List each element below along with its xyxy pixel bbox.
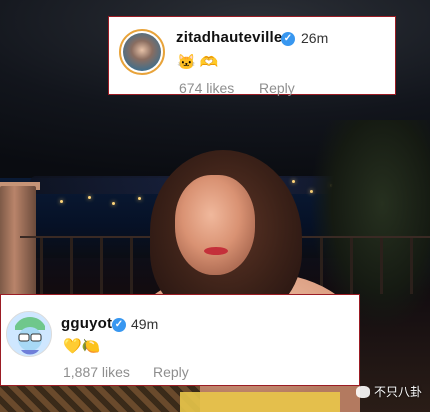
- city-light: [138, 197, 141, 200]
- reply-button[interactable]: Reply: [259, 80, 295, 96]
- comment-card-zitadhauteville: zitadhauteville ✓ 26m 🐱 🫶 674 likes Repl…: [108, 16, 396, 96]
- comment-likes-count[interactable]: 674 likes: [179, 80, 234, 96]
- comment-username[interactable]: zitadhauteville: [176, 29, 282, 46]
- comment-text: 🐱 🫶: [177, 54, 219, 71]
- watermark: 不只八卦: [355, 383, 422, 400]
- wicker-chair: [0, 386, 200, 412]
- comment-timestamp: 26m: [301, 30, 329, 46]
- yellow-fabric: [180, 392, 340, 412]
- person-lips: [204, 247, 228, 255]
- city-light: [60, 200, 63, 203]
- baluster: [350, 238, 353, 294]
- comment-likes-count[interactable]: 1,887 likes: [63, 364, 130, 380]
- comment-text: 💛🍋: [63, 338, 101, 355]
- avatar[interactable]: [119, 29, 165, 75]
- verified-badge-icon: ✓: [112, 318, 126, 332]
- baluster: [100, 238, 103, 294]
- verified-badge-icon: ✓: [281, 32, 295, 46]
- comment-username[interactable]: gguyot: [61, 315, 112, 332]
- baluster: [380, 238, 383, 294]
- city-light: [292, 180, 295, 183]
- cartoon-avatar-icon: [7, 312, 51, 356]
- avatar[interactable]: [6, 311, 52, 357]
- baluster: [40, 238, 43, 294]
- city-light: [112, 202, 115, 205]
- person-face: [175, 175, 255, 275]
- baluster: [410, 238, 413, 294]
- baluster: [70, 238, 73, 294]
- reply-button[interactable]: Reply: [153, 364, 189, 380]
- watermark-text: 不只八卦: [373, 385, 422, 399]
- baluster: [130, 238, 133, 294]
- city-light: [88, 196, 91, 199]
- comment-timestamp: 49m: [131, 316, 159, 332]
- comment-card-gguyot: gguyot ✓ 49m 💛🍋 1,887 likes Reply: [0, 294, 360, 386]
- avatar-image: [123, 33, 161, 71]
- wechat-icon: [355, 385, 370, 398]
